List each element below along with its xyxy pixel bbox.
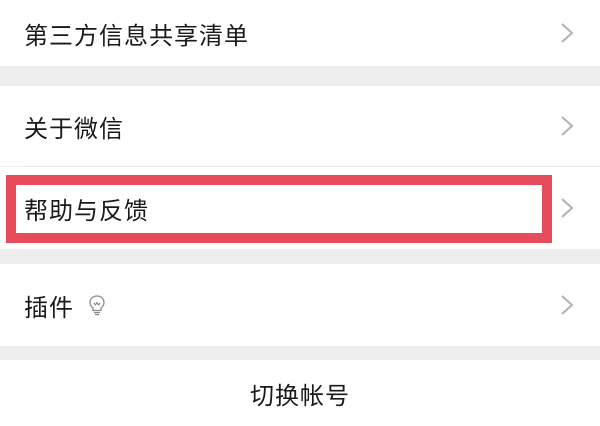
switch-account-button[interactable]: 切换帐号 <box>0 360 600 426</box>
settings-item-label: 第三方信息共享清单 <box>24 21 249 50</box>
chevron-right-icon <box>560 22 574 44</box>
settings-item-label: 插件 <box>24 293 74 322</box>
switch-account-label: 切换帐号 <box>250 381 350 410</box>
chevron-right-icon <box>560 197 574 219</box>
chevron-right-icon <box>560 115 574 137</box>
settings-item-label: 关于微信 <box>24 114 124 143</box>
settings-item-about[interactable]: 关于微信 <box>0 86 600 166</box>
chevron-right-icon <box>560 294 574 316</box>
settings-item-third-party-sharing[interactable]: 第三方信息共享清单 <box>0 0 600 66</box>
settings-item-label: 帮助与反馈 <box>24 196 149 225</box>
section-gap <box>0 249 600 264</box>
settings-item-plugins[interactable]: 插件 <box>0 264 600 346</box>
lightbulb-icon <box>88 294 106 316</box>
section-gap <box>0 66 600 86</box>
settings-item-help-feedback[interactable]: 帮助与反馈 <box>0 167 600 249</box>
section-gap <box>0 346 600 360</box>
